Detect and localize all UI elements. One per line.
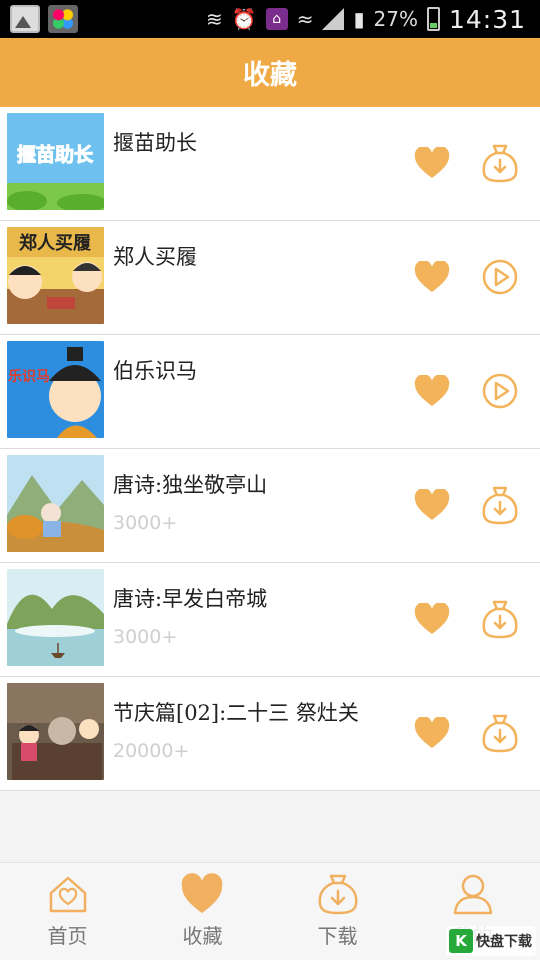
- thumbnail-caption: 揠苗助长: [17, 143, 94, 166]
- battery-icon: [426, 7, 440, 31]
- thumbnail-image[interactable]: [7, 683, 104, 780]
- download-icon: [318, 874, 358, 915]
- flower-app-icon: [48, 5, 78, 33]
- vibrate-icon: ≋: [206, 7, 223, 31]
- signal-icon: [322, 8, 345, 30]
- item-title: 伯乐识马: [113, 359, 197, 383]
- item-title: 唐诗:早发白帝城: [113, 587, 268, 611]
- item-title: 唐诗:独坐敬亭山: [113, 473, 268, 497]
- heart-icon[interactable]: [414, 261, 450, 293]
- tab-favorites[interactable]: 收藏: [135, 863, 270, 960]
- heart-icon: [181, 873, 223, 913]
- tab-label: 收藏: [182, 924, 223, 948]
- list-item[interactable]: 郑人买履 郑人买履: [0, 221, 540, 335]
- alarm-icon: ⏰: [231, 7, 257, 31]
- thumbnail-image[interactable]: 乐识马: [7, 341, 104, 438]
- list-item[interactable]: 节庆篇[02]:二十三 祭灶关 20000+: [0, 677, 540, 791]
- home-icon: [49, 876, 87, 913]
- heart-icon[interactable]: [414, 603, 450, 635]
- bottom-tab-bar: 首页 收藏 下载 我的 K 快盘下载: [0, 862, 540, 960]
- thumbnail-image[interactable]: [7, 569, 104, 666]
- user-icon: [453, 874, 493, 915]
- thumbnail-caption: 郑人买履: [19, 232, 92, 254]
- list-item[interactable]: 唐诗:早发白帝城 3000+: [0, 563, 540, 677]
- heart-icon[interactable]: [414, 375, 450, 407]
- page-title: 收藏: [243, 60, 297, 91]
- item-title: 节庆篇[02]:二十三 祭灶关: [113, 701, 359, 725]
- gallery-icon: [10, 5, 40, 33]
- play-count: 3000+: [113, 512, 178, 534]
- heart-icon[interactable]: [414, 717, 450, 749]
- status-bar: ≋ ⏰ ⌂ ≈ ▮ 27% 14:31: [0, 0, 540, 38]
- download-icon[interactable]: [481, 713, 519, 753]
- list-item[interactable]: 唐诗:独坐敬亭山 3000+: [0, 449, 540, 563]
- download-icon[interactable]: [481, 599, 519, 639]
- thumbnail-image[interactable]: 揠苗助长: [7, 113, 104, 210]
- battery-percent: 27%: [373, 7, 418, 31]
- watermark-logo: K 快盘下载: [446, 926, 536, 956]
- play-count: 20000+: [113, 740, 190, 762]
- play-count: 3000+: [113, 626, 178, 648]
- item-title: 郑人买履: [113, 245, 197, 269]
- home-notification-icon: ⌂: [265, 8, 288, 30]
- thumbnail-image[interactable]: 郑人买履: [7, 227, 104, 324]
- tab-label: 下载: [317, 924, 358, 948]
- download-icon[interactable]: [481, 485, 519, 525]
- watermark-text: 快盘下载: [476, 934, 532, 950]
- thumbnail-caption: 乐识马: [8, 368, 50, 385]
- clock: 14:31: [448, 4, 526, 34]
- item-title: 揠苗助长: [113, 131, 197, 155]
- heart-icon[interactable]: [414, 489, 450, 521]
- download-icon[interactable]: [481, 143, 519, 183]
- list-item[interactable]: 揠苗助长 揠苗助长: [0, 107, 540, 221]
- tab-download[interactable]: 下载: [270, 863, 405, 960]
- heart-icon[interactable]: [414, 147, 450, 179]
- app-header: 收藏: [0, 38, 540, 107]
- favorites-list: 揠苗助长 揠苗助长 郑人买履 郑人买履 乐识马 伯乐识马 唐诗:独坐敬亭山 30…: [0, 107, 540, 791]
- watermark-badge: K: [449, 929, 473, 953]
- sim-icon: ▮: [353, 7, 365, 31]
- play-icon[interactable]: [481, 257, 519, 297]
- thumbnail-image[interactable]: [7, 455, 104, 552]
- play-icon[interactable]: [481, 371, 519, 411]
- tab-home[interactable]: 首页: [0, 863, 135, 960]
- list-item[interactable]: 乐识马 伯乐识马: [0, 335, 540, 449]
- wifi-icon: ≈: [296, 7, 314, 31]
- tab-label: 首页: [47, 924, 88, 948]
